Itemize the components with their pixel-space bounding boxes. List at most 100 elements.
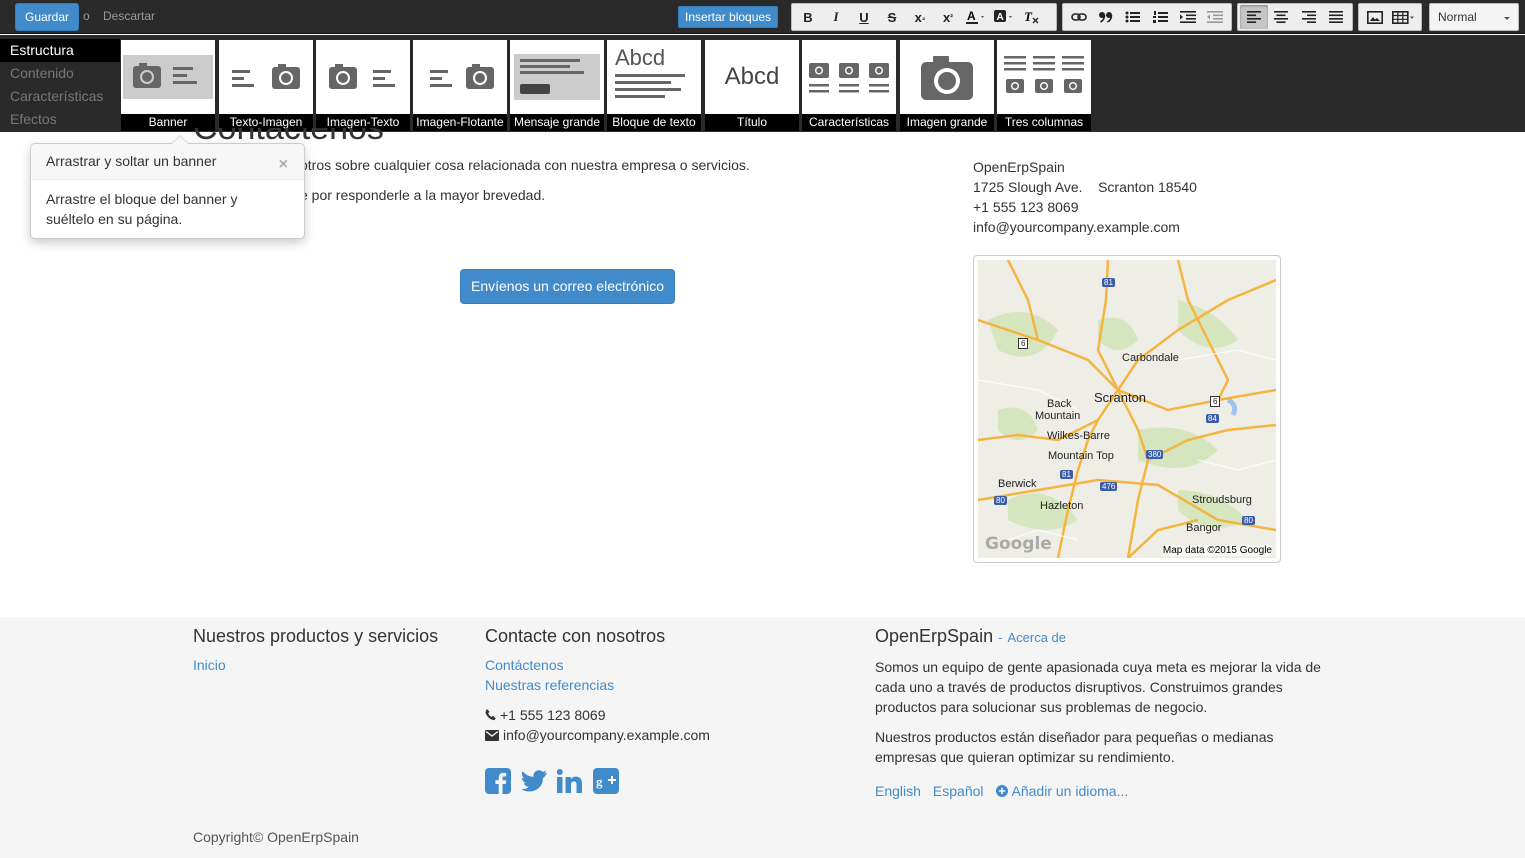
linkedin-icon[interactable] [557, 768, 583, 794]
map[interactable]: Carbondale Scranton Back Mountain Wilkes… [973, 255, 1281, 563]
map-label: Wilkes-Barre [1047, 430, 1110, 442]
indent-icon [1179, 11, 1196, 23]
lang-english[interactable]: English [875, 783, 921, 799]
snippet-title[interactable]: Abcd Título [705, 40, 799, 131]
save-button[interactable]: Guardar [15, 3, 80, 31]
align-left-button[interactable] [1240, 5, 1268, 29]
insert-table-button[interactable] [1389, 5, 1419, 29]
text-color-button[interactable]: A [962, 5, 990, 29]
category-contenido[interactable]: Contenido [0, 62, 120, 85]
bullet-list-icon [1125, 11, 1141, 23]
bold-button[interactable]: B [794, 5, 822, 29]
lang-spanish[interactable]: Español [933, 783, 984, 799]
add-language-link[interactable]: Añadir un idioma... [995, 783, 1128, 799]
big-message-thumb-icon [514, 54, 600, 100]
contact-info: OpenErpSpain 1725 Slough Ave. Scranton 1… [973, 157, 1197, 237]
align-justify-button[interactable] [1323, 5, 1351, 29]
category-estructura[interactable]: Estructura [0, 39, 120, 62]
snippet-text-image[interactable]: Texto-Imagen [219, 40, 313, 131]
send-email-button[interactable]: Envíenos un correo electrónico [460, 269, 675, 304]
snippet-text-block[interactable]: Abcd Bloque de texto [607, 40, 701, 131]
footer-products-title: Nuestros productos y servicios [193, 626, 439, 646]
google-plus-icon[interactable]: g [593, 768, 619, 794]
snippet-floating-image[interactable]: Imagen-Flotante [413, 40, 507, 131]
table-icon [1392, 10, 1414, 24]
link-icon [1070, 13, 1087, 21]
highway-shield-icon: 80 [1242, 516, 1255, 525]
bullet-list-button[interactable] [1120, 5, 1147, 29]
underline-button[interactable]: U [850, 5, 878, 29]
snippet-banner[interactable]: Banner [121, 40, 215, 131]
snippet-thumb [121, 40, 215, 114]
remove-format-icon: T [1024, 9, 1039, 24]
or-text: o [83, 9, 90, 23]
format-select-value: Normal [1438, 10, 1477, 24]
align-right-button[interactable] [1295, 5, 1323, 29]
strike-button[interactable]: S [878, 5, 906, 29]
category-caracteristicas[interactable]: Características [0, 85, 120, 108]
align-center-button[interactable] [1268, 5, 1296, 29]
twitter-icon[interactable] [521, 768, 547, 794]
facebook-icon[interactable] [485, 768, 511, 794]
outdent-button[interactable] [1202, 5, 1229, 29]
highway-shield-icon: 476 [1100, 482, 1118, 491]
italic-button[interactable]: I [822, 5, 850, 29]
remove-format-button[interactable]: T [1018, 5, 1046, 29]
intro-paragraph: otros sobre cualquier cosa relacionada c… [300, 157, 750, 173]
subscript-button[interactable]: x₂ [906, 5, 934, 29]
three-columns-thumb-icon [1004, 56, 1084, 93]
numbered-list-button[interactable] [1147, 5, 1174, 29]
snippet-label: Mensaje grande [510, 114, 604, 131]
superscript-marker-icon: ² [950, 12, 953, 22]
blockquote-button[interactable] [1092, 5, 1119, 29]
footer-email-text: info@yourcompany.example.com [503, 727, 710, 743]
text-image-thumb-icon [232, 64, 300, 89]
snippet-label: Características [802, 114, 896, 131]
subscript-marker-icon: ₂ [921, 12, 926, 22]
svg-text:T: T [1024, 9, 1033, 24]
background-color-button[interactable]: A [990, 5, 1018, 29]
alignment-group [1237, 3, 1353, 31]
underline-glyph: U [859, 9, 869, 25]
footer-about-link[interactable]: Acerca de [1007, 630, 1066, 645]
format-select[interactable]: Normal [1429, 3, 1519, 31]
snippet-label: Bloque de texto [607, 114, 701, 131]
footer-about-title: OpenErpSpain - Acerca de [875, 626, 1066, 647]
banner-thumb-icon [123, 55, 213, 99]
footer-link-references[interactable]: Nuestras referencias [485, 677, 614, 693]
indent-button[interactable] [1174, 5, 1201, 29]
insert-blocks-button[interactable]: Insertar bloques [678, 6, 779, 28]
image-icon [1367, 10, 1383, 24]
map-credit: Map data ©2015 Google [1162, 545, 1272, 556]
image-text-thumb-icon [329, 64, 395, 89]
discard-button[interactable]: Descartar [103, 9, 155, 23]
snippet-features[interactable]: Características [802, 40, 896, 131]
snippet-image-text[interactable]: Imagen-Texto [316, 40, 410, 131]
svg-text:g: g [596, 774, 603, 789]
snippet-thumb: Abcd [705, 40, 799, 114]
footer-link-contact[interactable]: Contáctenos [485, 657, 564, 673]
snippet-thumb [997, 40, 1091, 114]
snippet-three-columns[interactable]: Tres columnas [997, 40, 1091, 131]
snippet-big-image[interactable]: Imagen grande [900, 40, 994, 131]
snippet-thumb [900, 40, 994, 114]
snippet-thumb: Abcd [607, 40, 701, 114]
footer-link-home[interactable]: Inicio [193, 657, 226, 673]
popover-title: Arrastrar y soltar un banner [31, 144, 304, 180]
drag-drop-popover: Arrastrar y soltar un banner × Arrastre … [30, 135, 305, 239]
street: 1725 Slough Ave. [973, 179, 1083, 195]
category-efectos[interactable]: Efectos [0, 108, 120, 131]
align-right-icon [1301, 11, 1316, 23]
insert-image-button[interactable] [1361, 5, 1389, 29]
footer-separator: - [998, 630, 1003, 645]
superscript-button[interactable]: x² [934, 5, 962, 29]
popover-body: Arrastre el bloque del banner y suéltelo… [46, 191, 238, 227]
link-button[interactable] [1065, 5, 1092, 29]
phone-icon [485, 709, 496, 721]
map-label: Back [1047, 398, 1072, 410]
map-canvas[interactable]: Carbondale Scranton Back Mountain Wilkes… [978, 260, 1276, 558]
snippet-big-message[interactable]: Mensaje grande [510, 40, 604, 131]
snippet-label: Título [705, 114, 799, 131]
snippet-thumb [316, 40, 410, 114]
close-icon[interactable]: × [279, 156, 288, 174]
